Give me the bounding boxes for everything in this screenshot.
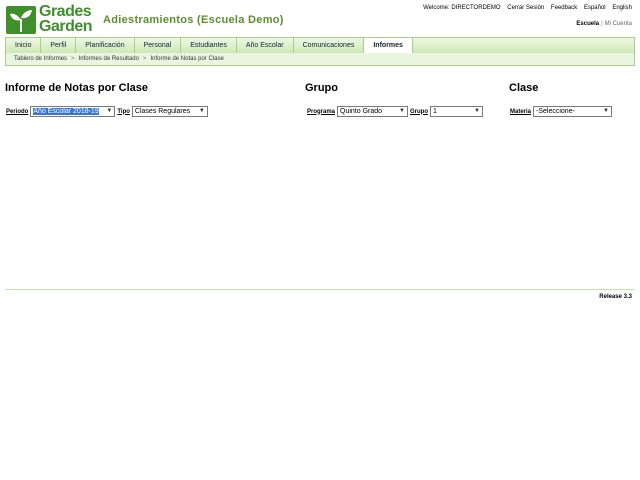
type-select[interactable]: Clases Regulares ▼ (131, 106, 208, 117)
grades-garden-logo[interactable]: Grades Garden (6, 3, 94, 36)
tab-comunicaciones[interactable]: Comunicaciones (292, 38, 364, 53)
group-value: 1 (433, 108, 437, 115)
breadcrumb-separator: > (71, 56, 75, 62)
type-label: Tipo (117, 108, 130, 115)
tab-estudiantes[interactable]: Estudiantes (180, 38, 236, 53)
report-title: Informe de Notas por Clase (5, 82, 149, 94)
tab-planificacion[interactable]: Planificación (75, 38, 133, 53)
chevron-down-icon: ▼ (474, 108, 480, 114)
tab-ano-escolar[interactable]: Año Escolar (235, 38, 293, 53)
chevron-down-icon: ▼ (106, 108, 113, 114)
class-title: Clase (509, 82, 539, 94)
breadcrumb-item-current: Informe de Notas por Clase (150, 56, 224, 62)
group-label: Grupo (410, 108, 429, 115)
logout-link[interactable]: Cerrar Sesión (507, 5, 544, 11)
class-section: Clase (509, 82, 538, 94)
breadcrumb-item-dashboard[interactable]: Tablero de Informes (14, 56, 67, 62)
group-select[interactable]: 1 ▼ (430, 106, 484, 117)
period-select[interactable]: Año Escolar 2018-19 ▼ (30, 106, 116, 117)
my-account-link[interactable]: Mi Cuenta (605, 21, 632, 27)
sprout-logo-icon (6, 6, 36, 34)
release-version: Release 3.3 (599, 294, 632, 300)
group-filters: Programa Quinto Grado ▼ Grupo 1 ▼ (307, 106, 484, 117)
top-links: Welcome: DIRECTORDEMO Cerrar Sesión Feed… (418, 5, 632, 11)
feedback-link[interactable]: Feedback (551, 5, 577, 11)
subject-label: Materia (510, 108, 532, 115)
class-filters: Materia -Seleccione- ▼ (510, 106, 613, 117)
tab-inicio[interactable]: Inicio (6, 38, 40, 53)
program-value: Quinto Grado (340, 108, 383, 115)
school-link[interactable]: Escuela (576, 21, 599, 27)
lang-english-link[interactable]: English (612, 5, 632, 11)
app-title: Adiestramientos (Escuela Demo) (103, 14, 284, 26)
report-filters: Periodo Año Escolar 2018-19 ▼ Tipo Clase… (6, 106, 208, 117)
link-separator: | (601, 21, 603, 27)
tab-perfil[interactable]: Perfil (40, 38, 75, 53)
type-value: Clases Regulares (134, 108, 191, 115)
lang-spanish-link[interactable]: Español (584, 5, 606, 11)
main-nav: Inicio Perfil Planificación Personal Est… (5, 37, 635, 53)
chevron-down-icon: ▼ (198, 108, 205, 114)
period-value: Año Escolar 2018-19 (33, 108, 99, 115)
logo-line-1: Grades (39, 3, 92, 20)
subject-select[interactable]: -Seleccione- ▼ (533, 106, 613, 117)
subject-value: -Seleccione- (536, 108, 575, 115)
welcome-text: Welcome: DIRECTORDEMO (423, 5, 501, 11)
breadcrumb: Tablero de Informes > Informes de Result… (5, 53, 635, 66)
logo-line-2: Garden (39, 18, 93, 35)
chevron-down-icon: ▼ (603, 108, 609, 114)
group-title: Grupo (305, 82, 338, 94)
period-label: Periodo (6, 108, 29, 115)
program-select[interactable]: Quinto Grado ▼ (337, 106, 409, 117)
footer-divider (5, 289, 635, 290)
logo-wordmark: Grades Garden (39, 3, 93, 35)
tab-informes[interactable]: Informes (363, 38, 413, 53)
school-links: Escuela | Mi Cuenta (576, 21, 632, 27)
chevron-down-icon: ▼ (399, 108, 405, 114)
breadcrumb-separator: > (142, 56, 147, 62)
group-section: Grupo (305, 82, 338, 94)
program-label: Programa (307, 108, 336, 115)
report-section: Informe de Notas por Clase (5, 82, 148, 94)
tab-personal[interactable]: Personal (133, 38, 181, 53)
breadcrumb-item-results[interactable]: Informes de Resultado (79, 56, 139, 62)
